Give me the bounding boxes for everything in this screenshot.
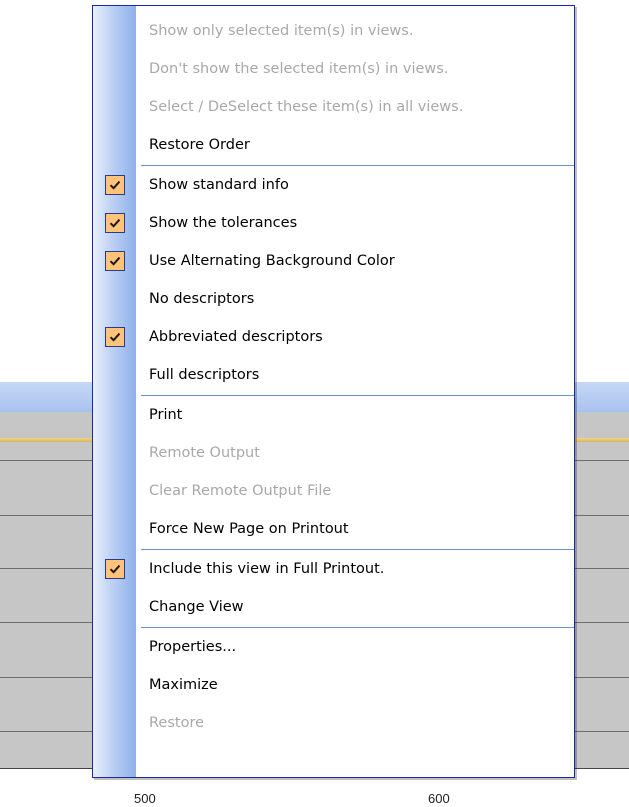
- menu-item-label: Force New Page on Printout: [149, 521, 349, 537]
- menu-item-label: Change View: [149, 599, 244, 615]
- menu-item-label: Full descriptors: [149, 367, 260, 383]
- menu-item-force-new-page-on-printout[interactable]: Force New Page on Printout: [93, 510, 574, 548]
- menu-item-show-only-selected-item-s-in-views: Show only selected item(s) in views.: [93, 12, 574, 50]
- menu-item-label: Show the tolerances: [149, 215, 298, 231]
- checkmark-icon: [105, 175, 125, 195]
- menu-item-show-the-tolerances[interactable]: Show the tolerances: [93, 204, 574, 242]
- menu-item-maximize[interactable]: Maximize: [93, 666, 574, 704]
- menu-item-full-descriptors[interactable]: Full descriptors: [93, 356, 574, 394]
- menu-item-label: Abbreviated descriptors: [149, 329, 323, 345]
- menu-item-label: Select / DeSelect these item(s) in all v…: [149, 99, 464, 115]
- menu-item-use-alternating-background-color[interactable]: Use Alternating Background Color: [93, 242, 574, 280]
- menu-item-label: Clear Remote Output File: [149, 483, 332, 499]
- menu-item-restore: Restore: [93, 704, 574, 742]
- menu-item-label: Print: [149, 407, 183, 423]
- checkmark-icon: [105, 251, 125, 271]
- menu-item-no-descriptors[interactable]: No descriptors: [93, 280, 574, 318]
- menu-item-clear-remote-output-file: Clear Remote Output File: [93, 472, 574, 510]
- context-menu: Show only selected item(s) in views. Don'…: [92, 5, 575, 778]
- menu-item-properties[interactable]: Properties...: [93, 628, 574, 666]
- axis-tick-label-500: 500: [134, 791, 156, 806]
- menu-item-label: Restore Order: [149, 137, 250, 153]
- menu-item-don-t-show-the-selected-item-s-in-views: Don't show the selected item(s) in views…: [93, 50, 574, 88]
- menu-item-restore-order[interactable]: Restore Order: [93, 126, 574, 164]
- menu-item-label: Include this view in Full Printout.: [149, 561, 385, 577]
- menu-item-show-standard-info[interactable]: Show standard info: [93, 166, 574, 204]
- menu-item-label: Use Alternating Background Color: [149, 253, 395, 269]
- menu-item-remote-output: Remote Output: [93, 434, 574, 472]
- menu-item-label: Show standard info: [149, 177, 289, 193]
- menu-item-select-deselect-these-item-s-in-all-views: Select / DeSelect these item(s) in all v…: [93, 88, 574, 126]
- menu-item-print[interactable]: Print: [93, 396, 574, 434]
- menu-item-label: Show only selected item(s) in views.: [149, 23, 414, 39]
- menu-item-label: Remote Output: [149, 445, 260, 461]
- checkmark-icon: [105, 213, 125, 233]
- menu-item-label: Maximize: [149, 677, 218, 693]
- menu-item-include-this-view-in-full-printout[interactable]: Include this view in Full Printout.: [93, 550, 574, 588]
- menu-item-label: No descriptors: [149, 291, 255, 307]
- axis-tick-label-600: 600: [428, 791, 450, 806]
- menu-item-abbreviated-descriptors[interactable]: Abbreviated descriptors: [93, 318, 574, 356]
- checkmark-icon: [105, 327, 125, 347]
- menu-item-label: Properties...: [149, 639, 237, 655]
- menu-item-label: Restore: [149, 715, 205, 731]
- menu-item-change-view[interactable]: Change View: [93, 588, 574, 626]
- menu-item-label: Don't show the selected item(s) in views…: [149, 61, 449, 77]
- checkmark-icon: [105, 559, 125, 579]
